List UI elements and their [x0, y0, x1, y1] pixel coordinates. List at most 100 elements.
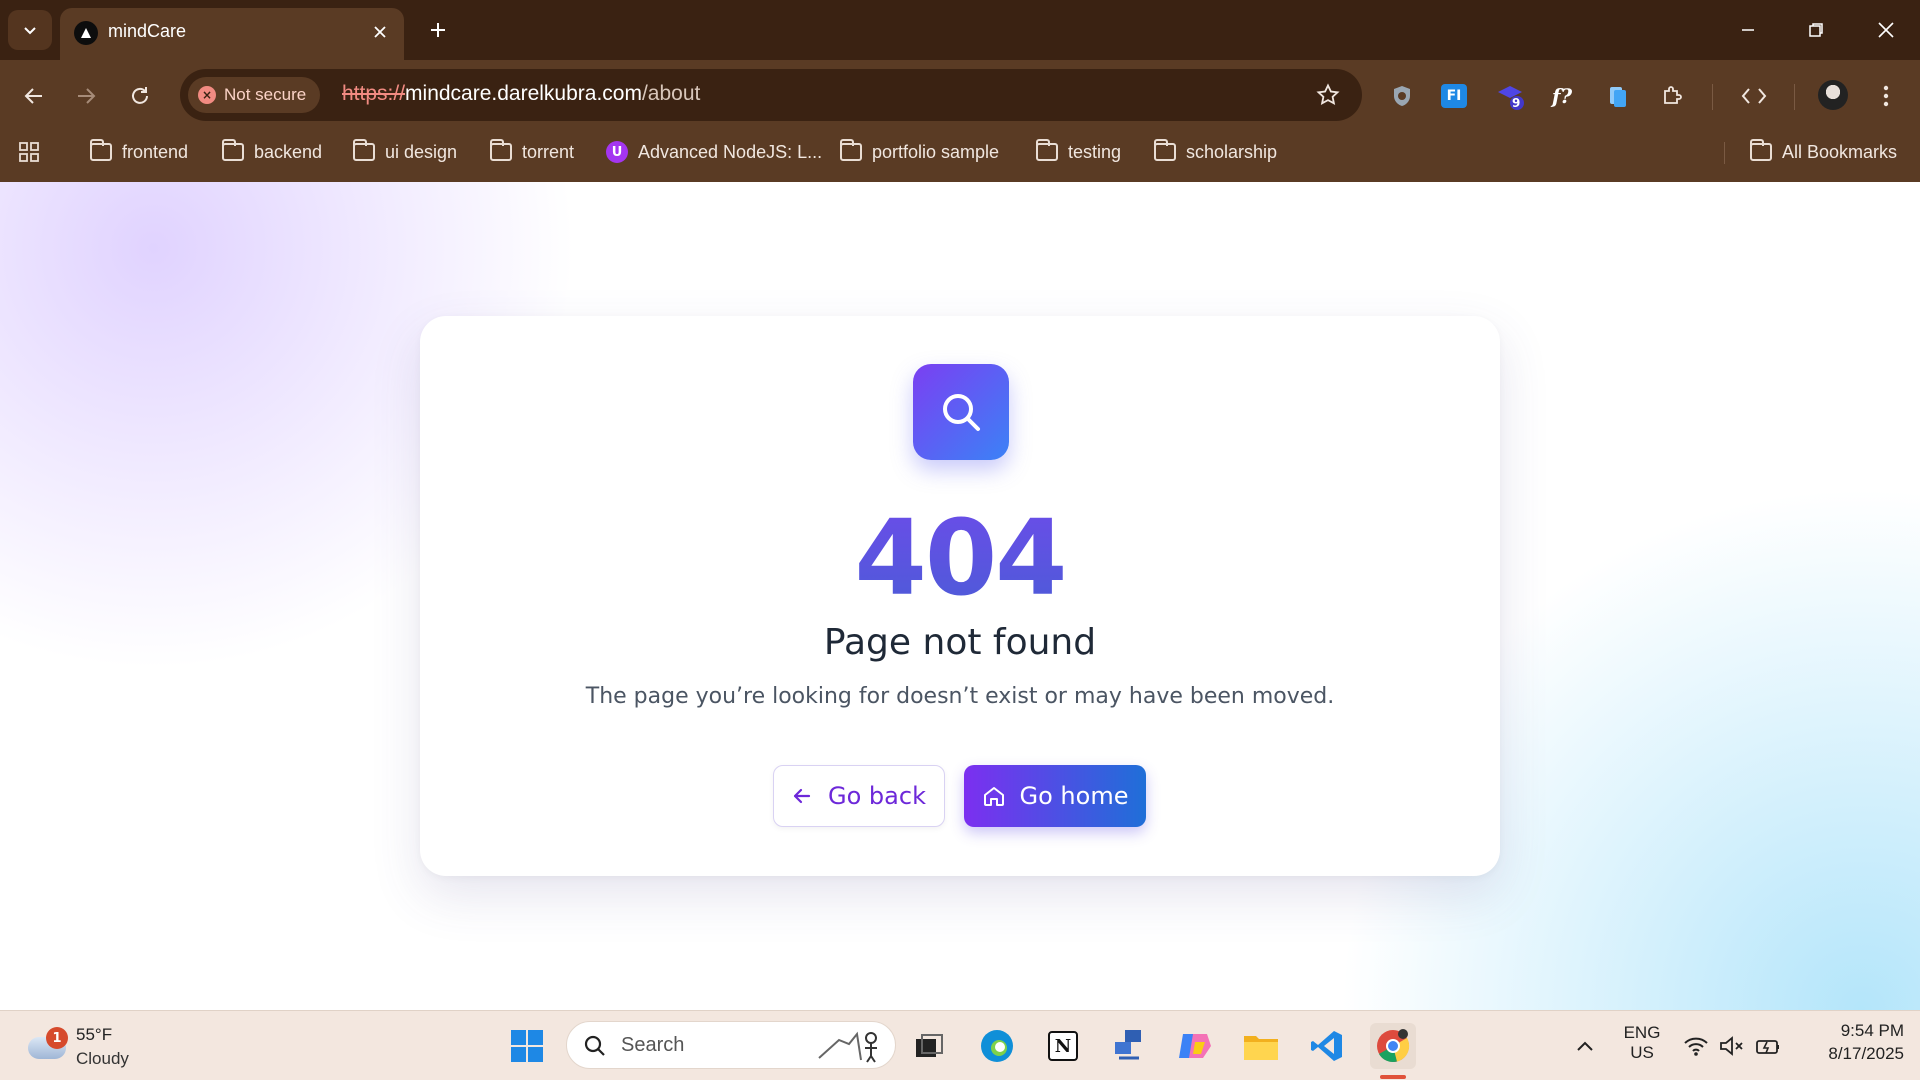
- bookmark-label: backend: [254, 141, 323, 162]
- tab-strip: mindCare: [0, 0, 1920, 60]
- url-path: /about: [641, 82, 701, 105]
- folder-icon: [90, 139, 112, 161]
- plus-icon: [431, 23, 445, 37]
- windows-start-icon[interactable]: [504, 1023, 550, 1069]
- restore-icon: [1809, 23, 1823, 37]
- reload-button[interactable]: [120, 76, 160, 116]
- clock-date: 8/17/2025: [1828, 1044, 1904, 1063]
- bookmark-advanced-nodejs[interactable]: U Advanced NodeJS: L...: [606, 138, 822, 166]
- weather-temperature: 55°F: [76, 1025, 113, 1044]
- fi-extension-icon[interactable]: FI: [1434, 76, 1474, 116]
- apps-grid-icon[interactable]: [18, 138, 40, 166]
- puzzle-extensions-icon[interactable]: [1652, 76, 1692, 116]
- bookmark-backend[interactable]: backend: [222, 138, 322, 166]
- minimize-icon: [1742, 29, 1754, 31]
- bookmark-star-icon[interactable]: [1314, 81, 1342, 109]
- file-explorer-icon[interactable]: [1238, 1023, 1284, 1069]
- search-highlight-icon: [818, 1031, 877, 1063]
- url-text[interactable]: https://mindcare.darelkubra.com/about: [342, 82, 700, 106]
- bookmark-label: portfolio sample: [872, 141, 1000, 162]
- shield-extension-icon[interactable]: [1382, 76, 1422, 116]
- not-found-card: 404 Page not found The page you’re looki…: [420, 316, 1500, 876]
- go-home-button[interactable]: Go home: [964, 765, 1146, 827]
- bookmark-label: torrent: [522, 141, 575, 162]
- profile-avatar[interactable]: [1818, 80, 1848, 110]
- weather-condition: Cloudy: [76, 1049, 129, 1068]
- bookmark-testing[interactable]: testing: [1036, 138, 1121, 166]
- url-scheme: https://: [342, 82, 406, 105]
- wifi-icon: [1684, 1037, 1708, 1056]
- bookmark-scholarship[interactable]: scholarship: [1154, 138, 1277, 166]
- browser-tab[interactable]: mindCare: [60, 8, 404, 60]
- chevron-up-icon: [1577, 1041, 1593, 1051]
- chrome-icon[interactable]: [1370, 1023, 1416, 1069]
- warning-icon: ×: [198, 86, 216, 104]
- more-menu-icon[interactable]: [1866, 76, 1906, 116]
- arrow-left-icon: [24, 88, 42, 104]
- windows-taskbar: 1 55°F Cloudy Search N ENG US 9:54 PM 8/…: [0, 1010, 1920, 1080]
- folder-icon: [353, 139, 375, 161]
- search-badge: [913, 364, 1009, 460]
- vscode-icon[interactable]: [1304, 1023, 1350, 1069]
- font-extension-icon[interactable]: f?: [1542, 76, 1582, 116]
- tab-title: mindCare: [108, 21, 187, 41]
- folder-icon: [1036, 139, 1058, 161]
- clock[interactable]: 9:54 PM 8/17/2025: [1800, 1021, 1904, 1064]
- weather-widget[interactable]: 1 55°F Cloudy: [28, 1021, 168, 1071]
- browser-toolbar: × Not secure https://mindcare.darelkubra…: [0, 60, 1920, 188]
- arrow-right-icon: [78, 88, 96, 104]
- region-code: US: [1630, 1043, 1654, 1062]
- tab-search-button[interactable]: [8, 10, 52, 50]
- minimize-button[interactable]: [1714, 0, 1782, 60]
- edge-browser-icon[interactable]: [974, 1023, 1020, 1069]
- new-tab-button[interactable]: [420, 12, 456, 48]
- graduation-extension-icon[interactable]: 9: [1490, 76, 1530, 116]
- notion-icon[interactable]: N: [1040, 1023, 1086, 1069]
- devtools-code-icon[interactable]: [1734, 76, 1774, 116]
- copilot-icon[interactable]: [1172, 1023, 1218, 1069]
- folder-icon: [222, 139, 244, 161]
- folder-icon: [1154, 139, 1176, 161]
- url-host: mindcare.darelkubra.com: [405, 82, 642, 105]
- bookmark-label: scholarship: [1186, 141, 1278, 162]
- bookmark-label: Advanced NodeJS: L...: [638, 141, 823, 162]
- go-back-label: Go back: [828, 782, 926, 810]
- bookmark-ui-design[interactable]: ui design: [353, 138, 457, 166]
- extension-badge: 9: [1512, 96, 1521, 110]
- forward-button[interactable]: [66, 76, 106, 116]
- task-view-icon[interactable]: [906, 1023, 952, 1069]
- go-back-button[interactable]: Go back: [773, 765, 945, 827]
- bookmark-label: frontend: [122, 141, 189, 162]
- security-indicator[interactable]: × Not secure: [188, 77, 321, 113]
- bookmark-portfolio-sample[interactable]: portfolio sample: [840, 138, 999, 166]
- page-title: Page not found: [823, 622, 1097, 663]
- show-hidden-icons-button[interactable]: [1562, 1023, 1608, 1069]
- clipboard-extension-icon[interactable]: [1598, 76, 1638, 116]
- battery-charging-icon: [1756, 1040, 1779, 1054]
- quick-settings-button[interactable]: [1674, 1023, 1790, 1069]
- bookmark-label: ui design: [385, 141, 458, 162]
- all-bookmarks-button[interactable]: All Bookmarks: [1750, 138, 1897, 166]
- error-code: 404: [420, 506, 1500, 610]
- network-app-icon[interactable]: [1106, 1023, 1152, 1069]
- home-icon: [983, 787, 1004, 806]
- bookmarks-bar: frontend backend ui design torrent U Adva…: [0, 132, 1920, 172]
- bookmark-frontend[interactable]: frontend: [90, 138, 188, 166]
- clock-time: 9:54 PM: [1840, 1021, 1904, 1040]
- language-code: ENG: [1623, 1023, 1661, 1042]
- bookmark-torrent[interactable]: torrent: [490, 138, 574, 166]
- search-placeholder: Search: [621, 1034, 685, 1056]
- all-bookmarks-label: All Bookmarks: [1782, 141, 1898, 162]
- bookmark-label: testing: [1068, 141, 1122, 162]
- error-message: The page you’re looking for doesn’t exis…: [585, 684, 1335, 709]
- close-window-button[interactable]: [1852, 0, 1920, 60]
- taskbar-search[interactable]: Search: [566, 1021, 896, 1069]
- back-button[interactable]: [14, 76, 54, 116]
- language-indicator[interactable]: ENG US: [1616, 1023, 1668, 1063]
- chevron-down-icon: [24, 27, 36, 35]
- close-tab-icon[interactable]: [366, 18, 394, 46]
- speaker-muted-icon: [1720, 1036, 1743, 1056]
- restore-button[interactable]: [1782, 0, 1850, 60]
- toolbar-divider: [1712, 84, 1713, 110]
- address-bar[interactable]: × Not secure https://mindcare.darelkubra…: [180, 69, 1362, 121]
